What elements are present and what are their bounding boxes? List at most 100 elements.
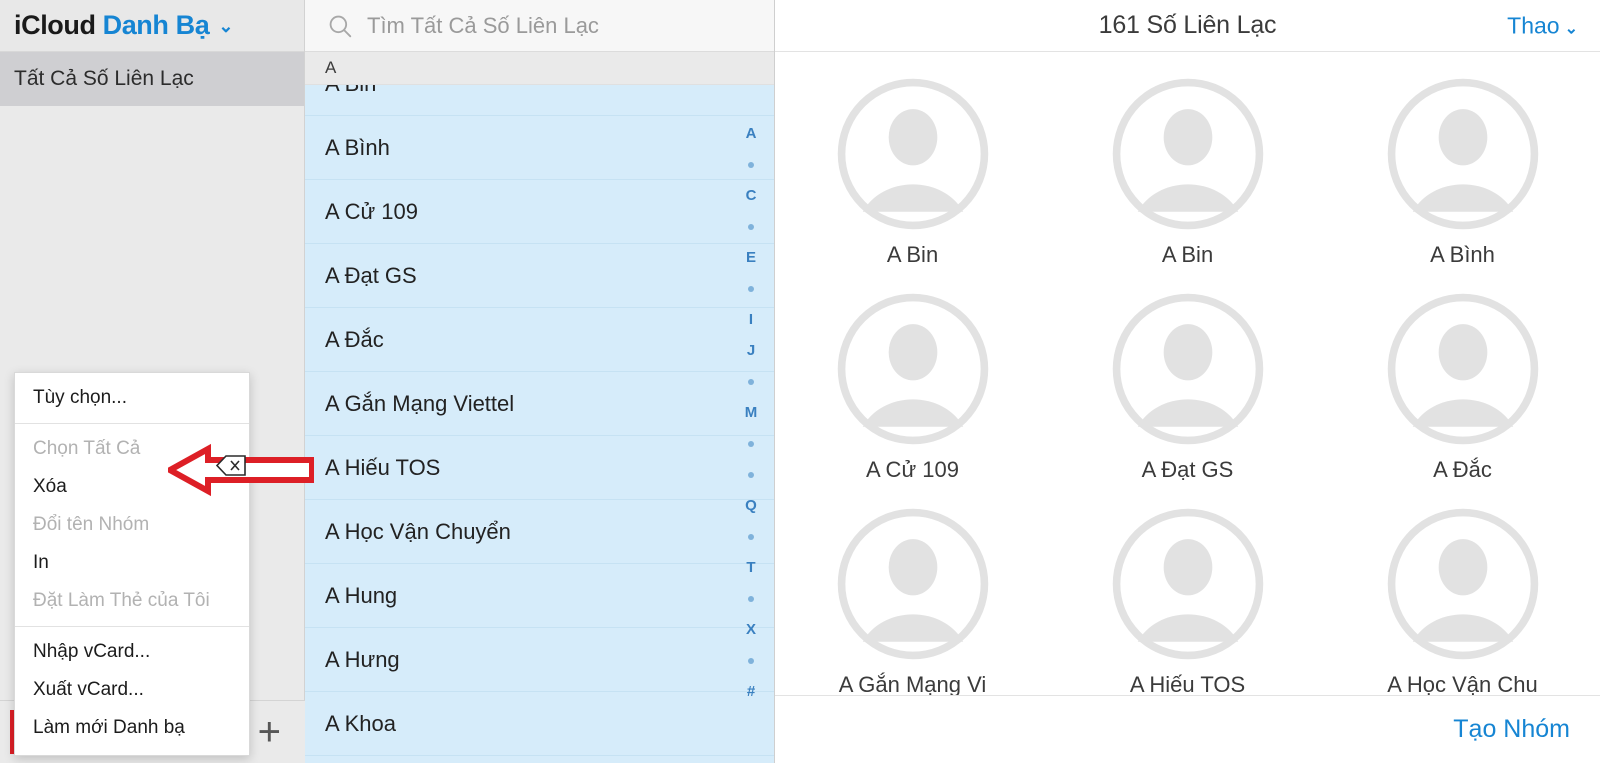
index-entry-dot[interactable] [728, 521, 774, 552]
contact-card[interactable]: A Bình [1325, 70, 1600, 285]
index-entry-t[interactable]: T [728, 552, 774, 583]
contact-card-name: A Đắc [1433, 457, 1492, 482]
contact-name: A Đắc [325, 326, 384, 352]
list-item[interactable]: A Học Vận Chuyển [305, 500, 774, 564]
contact-card[interactable]: A Hiếu TOS [1050, 500, 1325, 695]
index-entry-dot[interactable] [728, 428, 774, 459]
settings-context-menu[interactable]: Tùy chọn... Chọn Tất Cả Xóa Đổi tên Nhóm… [14, 372, 250, 756]
index-entry-dot[interactable] [728, 211, 774, 242]
index-entry-i[interactable]: I [728, 304, 774, 335]
search-input[interactable] [367, 12, 747, 39]
list-item[interactable]: A Đắc [305, 308, 774, 372]
menu-item-select-all[interactable]: Chọn Tất Cả [15, 430, 249, 468]
delete-key-cursor-icon [216, 455, 246, 476]
add-contact-button[interactable]: + [258, 712, 287, 752]
menu-item-import-vcard[interactable]: Nhập vCard... [15, 633, 249, 671]
list-item[interactable]: A Hung [305, 564, 774, 628]
avatar-placeholder-icon [837, 78, 988, 230]
avatar-placeholder-icon [1112, 293, 1263, 445]
search-bar [305, 0, 774, 52]
contact-card-name: A Gắn Mạng Vi [838, 672, 987, 695]
index-entry-dot[interactable] [728, 459, 774, 490]
avatar-placeholder-icon [1387, 78, 1538, 230]
list-section-header: A [305, 52, 774, 85]
menu-item-preferences[interactable]: Tùy chọn... [15, 379, 249, 417]
contact-list-column: A Bin A Bình A Cử 109 A Đạt GS A Đắc A G… [305, 0, 775, 763]
contact-card[interactable]: A Bin [775, 70, 1050, 285]
menu-item-refresh-contacts[interactable]: Làm mới Danh bạ [15, 709, 249, 747]
index-entry-hash[interactable]: # [728, 676, 774, 707]
contact-name: A Gắn Mạng Viettel [325, 390, 515, 416]
index-entry-q[interactable]: Q [728, 490, 774, 521]
brand-icloud-label: iCloud [14, 10, 96, 40]
contact-card-name: A Học Vận Chu [1387, 672, 1538, 695]
brand-app-label: Danh Bạ [102, 10, 210, 40]
list-item[interactable]: A Bình [305, 116, 774, 180]
create-group-button[interactable]: Tạo Nhóm [1453, 715, 1570, 744]
index-entry-a[interactable]: A [728, 118, 774, 149]
menu-separator [15, 423, 249, 424]
index-entry-dot[interactable] [728, 583, 774, 614]
contact-card-name: A Cử 109 [865, 457, 959, 482]
menu-item-print[interactable]: In [15, 544, 249, 582]
contact-name: A Hiếu TOS [325, 454, 441, 480]
menu-item-rename-group[interactable]: Đổi tên Nhóm [15, 506, 249, 544]
icloud-contacts-app: iCloud Danh Bạ ⌄ Tất Cả Số Liên Lạc Tùy … [0, 0, 1600, 763]
chevron-down-icon[interactable]: ⌄ [218, 16, 233, 37]
contact-name: A Hưng [325, 646, 400, 672]
sidebar: iCloud Danh Bạ ⌄ Tất Cả Số Liên Lạc Tùy … [0, 0, 314, 763]
list-item[interactable]: A Gắn Mạng Viettel [305, 372, 774, 436]
avatar-placeholder-icon [1387, 293, 1538, 445]
contact-card[interactable]: A Đạt GS [1050, 285, 1325, 500]
contact-rows: A Bin A Bình A Cử 109 A Đạt GS A Đắc A G… [305, 52, 774, 756]
contact-card-name: A Bình [1430, 242, 1495, 267]
index-entry-e[interactable]: E [728, 242, 774, 273]
menu-item-delete[interactable]: Xóa [15, 468, 249, 506]
menu-separator [15, 626, 249, 627]
list-item[interactable]: A Hưng [305, 628, 774, 692]
page-title: 161 Số Liên Lạc [1098, 11, 1277, 39]
index-entry-dot[interactable] [728, 366, 774, 397]
avatar-placeholder-icon [837, 508, 988, 660]
avatar-placeholder-icon [1387, 508, 1538, 660]
menu-item-set-my-card[interactable]: Đặt Làm Thẻ của Tôi [15, 582, 249, 620]
list-item[interactable]: A Đạt GS [305, 244, 774, 308]
detail-footer: Tạo Nhóm [775, 695, 1600, 763]
list-item[interactable]: A Cử 109 [305, 180, 774, 244]
index-entry-c[interactable]: C [728, 180, 774, 211]
index-entry-m[interactable]: M [728, 397, 774, 428]
contact-card[interactable]: A Đắc [1325, 285, 1600, 500]
contact-name: A Bình [325, 134, 390, 160]
sidebar-header: iCloud Danh Bạ ⌄ [0, 0, 304, 52]
index-entry-dot[interactable] [728, 273, 774, 304]
contact-card[interactable]: A Cử 109 [775, 285, 1050, 500]
index-entry-dot[interactable] [728, 149, 774, 180]
index-entry-j[interactable]: J [728, 335, 774, 366]
detail-header: 161 Số Liên Lạc Thao ⌄ [775, 0, 1600, 52]
contact-card-name: A Đạt GS [1141, 457, 1234, 482]
alphabet-index-rail[interactable]: A C E I J M Q T X # [728, 118, 774, 763]
contact-card[interactable]: A Bin [1050, 70, 1325, 285]
avatar-placeholder-icon [1112, 508, 1263, 660]
brand[interactable]: iCloud Danh Bạ ⌄ [14, 10, 233, 41]
contact-card[interactable]: A Học Vận Chu [1325, 500, 1600, 695]
contact-name: A Khoa [325, 710, 396, 736]
contact-name: A Cử 109 [325, 198, 419, 224]
avatar-placeholder-icon [1112, 78, 1263, 230]
index-entry-x[interactable]: X [728, 614, 774, 645]
index-entry-dot[interactable] [728, 645, 774, 676]
section-header-letter: A [325, 58, 337, 77]
list-item[interactable]: A Khoa [305, 692, 774, 756]
sidebar-item-all-contacts[interactable]: Tất Cả Số Liên Lạc [0, 52, 304, 106]
contact-card-grid-wrapper: A Bin A Bin A Bình A Cử 109 A Đạt GS A Đ… [775, 52, 1600, 695]
avatar-placeholder-icon [837, 293, 988, 445]
list-item[interactable]: A Hiếu TOS [305, 436, 774, 500]
actions-menu-button[interactable]: Thao ⌄ [1507, 12, 1578, 39]
contact-card[interactable]: A Gắn Mạng Vi [775, 500, 1050, 695]
contact-card-grid: A Bin A Bin A Bình A Cử 109 A Đạt GS A Đ… [775, 70, 1600, 695]
actions-menu-label: Thao [1507, 12, 1560, 38]
contact-name: A Đạt GS [325, 262, 417, 288]
menu-item-export-vcard[interactable]: Xuất vCard... [15, 671, 249, 709]
contact-name: A Hung [325, 582, 398, 608]
search-icon [329, 15, 352, 37]
